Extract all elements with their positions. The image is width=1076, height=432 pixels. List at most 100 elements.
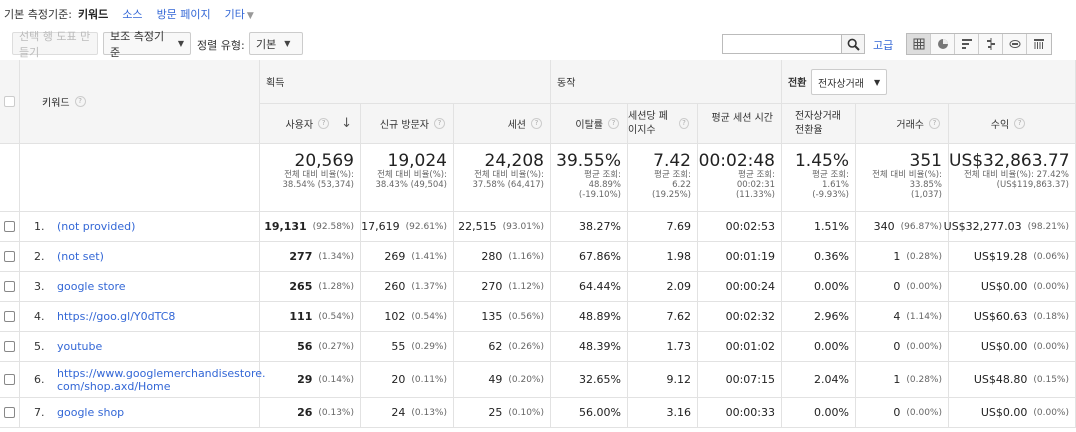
row-select-cell <box>0 332 20 362</box>
users-cell: 26 (0.13%) <box>260 398 361 428</box>
row-checkbox[interactable] <box>4 374 15 385</box>
conversion-rate-column-label: 전자상거래 전환율 <box>795 110 841 136</box>
table-grid-icon <box>913 38 924 50</box>
help-icon[interactable]: ? <box>1014 118 1026 129</box>
cell-percentage: (0.14%) <box>318 374 354 385</box>
transactions-column-header[interactable]: 거래수? <box>856 104 949 144</box>
transactions-cell: 0 (0.00%) <box>856 272 949 302</box>
dimension-link-other[interactable]: 기타 ▼ <box>225 6 254 22</box>
help-icon[interactable]: ? <box>318 118 330 129</box>
row-checkbox[interactable] <box>4 407 15 418</box>
cell-value: 55 <box>391 340 406 353</box>
cell-percentage: (0.29%) <box>411 341 447 352</box>
row-select-cell <box>0 302 20 332</box>
plot-rows-button[interactable]: 선택 행 도표 만들기 <box>12 30 98 59</box>
row-select-cell <box>0 362 20 398</box>
cell-value: 64.44% <box>579 280 621 293</box>
cell-value: 260 <box>384 280 406 293</box>
keyword-column-header[interactable]: 키워드? <box>20 60 260 144</box>
dimension-link-source[interactable]: 소스 <box>122 6 142 22</box>
revenue-cell: US$19.28 (0.06%) <box>949 242 1076 272</box>
secondary-dimension-dropdown[interactable]: 보조 측정기준 ▼ <box>103 30 191 59</box>
help-icon[interactable]: ? <box>608 118 619 129</box>
row-checkbox[interactable] <box>4 311 15 322</box>
keyword-link[interactable]: https://www.googlemerchandisestore. com/s… <box>42 362 266 398</box>
percentage-view-button[interactable] <box>931 34 955 54</box>
help-icon[interactable]: ? <box>74 96 86 107</box>
new-users-column-header[interactable]: 신규 방문자? <box>361 104 454 144</box>
conversion-type-dropdown[interactable]: 전자상거래 ▼ <box>811 69 888 95</box>
cell-value: 56.00% <box>579 406 621 419</box>
row-index: 2. <box>20 242 45 272</box>
cell-value: 56 <box>297 340 313 353</box>
revenue-cell: US$0.00 (0.00%) <box>949 332 1076 362</box>
cell-percentage: (0.54%) <box>411 311 447 322</box>
cell-value: US$32,277.03 <box>943 220 1022 233</box>
cell-value: 48.39% <box>579 340 621 353</box>
keyword-link[interactable]: https://goo.gl/Y0dTC8 <box>42 302 260 332</box>
keyword-link[interactable]: google shop <box>42 398 260 428</box>
total-value: 351 <box>909 151 942 171</box>
cell-value: 1.98 <box>666 250 692 263</box>
revenue-column-header[interactable]: 수익? <box>949 104 1076 144</box>
total-subtext: 전체 대비 비율(%): <box>377 170 447 180</box>
cell-percentage: (0.54%) <box>318 311 354 322</box>
search-input[interactable] <box>722 34 842 54</box>
bounce-rate-cell: 56.00% <box>551 398 628 428</box>
row-checkbox[interactable] <box>4 281 15 292</box>
row-checkbox[interactable] <box>4 251 15 262</box>
total-subtext: 평균 조회: <box>738 170 775 180</box>
search-button[interactable] <box>841 34 865 54</box>
advanced-filter-link[interactable]: 고급 <box>873 37 893 53</box>
keyword-link-wrap: https://www.googlemerchandisestore. com/s… <box>57 367 266 393</box>
total-subtext: 33.85% <box>909 180 942 190</box>
keyword-link[interactable]: youtube <box>42 332 260 362</box>
term-cloud-icon <box>1009 40 1020 48</box>
help-icon[interactable]: ? <box>434 118 445 129</box>
help-icon[interactable]: ? <box>679 118 689 129</box>
term-cloud-view-button[interactable] <box>1003 34 1027 54</box>
conversion-rate-column-header[interactable]: 전자상거래 전환율 <box>782 104 856 144</box>
total-pages-per-session: 7.42 평균 조회: 6.22 (19.25%) <box>628 144 698 212</box>
sort-type-dropdown[interactable]: 기본 ▼ <box>249 32 303 55</box>
performance-view-button[interactable] <box>955 34 979 54</box>
users-column-label: 사용자 <box>285 120 314 131</box>
help-icon[interactable]: ? <box>531 118 542 129</box>
users-cell: 56 (0.27%) <box>260 332 361 362</box>
transactions-cell: 1 (0.28%) <box>856 242 949 272</box>
data-table-view-button[interactable] <box>907 34 931 54</box>
cell-value: 102 <box>384 310 406 323</box>
pages-per-session-column-header[interactable]: 세션당 페이지수? <box>628 104 698 144</box>
total-value: 24,208 <box>484 151 544 171</box>
bounce-rate-column-header[interactable]: 이탈률? <box>551 104 628 144</box>
users-cell: 265 (1.28%) <box>260 272 361 302</box>
users-column-header[interactable]: 사용자? ↓ <box>260 104 361 144</box>
row-checkbox[interactable] <box>4 341 15 352</box>
total-subtext: 평균 조회: <box>654 170 691 180</box>
cell-percentage: (0.56%) <box>508 311 544 322</box>
avg-session-duration-cell: 00:01:02 <box>698 332 782 362</box>
cell-value: 340 <box>873 220 895 233</box>
cell-value: 00:02:32 <box>725 310 775 323</box>
cell-value: 19,131 <box>264 220 307 233</box>
comparison-view-button[interactable] <box>979 34 1003 54</box>
sessions-column-header[interactable]: 세션? <box>454 104 551 144</box>
dimension-link-landing-page[interactable]: 방문 페이지 <box>157 6 211 22</box>
cell-value: 29 <box>297 373 313 386</box>
row-checkbox[interactable] <box>4 221 15 232</box>
avg-session-duration-cell: 00:00:33 <box>698 398 782 428</box>
keyword-link[interactable]: (not set) <box>42 242 260 272</box>
help-icon[interactable]: ? <box>929 118 940 129</box>
conversion-rate-cell: 0.36% <box>782 242 856 272</box>
cell-percentage: (0.28%) <box>906 251 942 262</box>
select-all-checkbox[interactable] <box>4 96 15 107</box>
avg-session-duration-column-header[interactable]: 평균 세션 시간 <box>698 104 782 144</box>
keyword-link[interactable]: google store <box>42 272 260 302</box>
cell-percentage: (1.28%) <box>318 281 354 292</box>
keyword-link-line: https://www.googlemerchandisestore. <box>57 366 266 380</box>
total-users: 20,569 전체 대비 비율(%): 38.54% (53,374) <box>260 144 361 212</box>
sessions-cell: 280 (1.16%) <box>454 242 551 272</box>
keyword-link[interactable]: (not provided) <box>42 212 260 242</box>
pivot-view-button[interactable] <box>1027 34 1051 54</box>
total-subtext: 1.61% <box>821 180 849 190</box>
